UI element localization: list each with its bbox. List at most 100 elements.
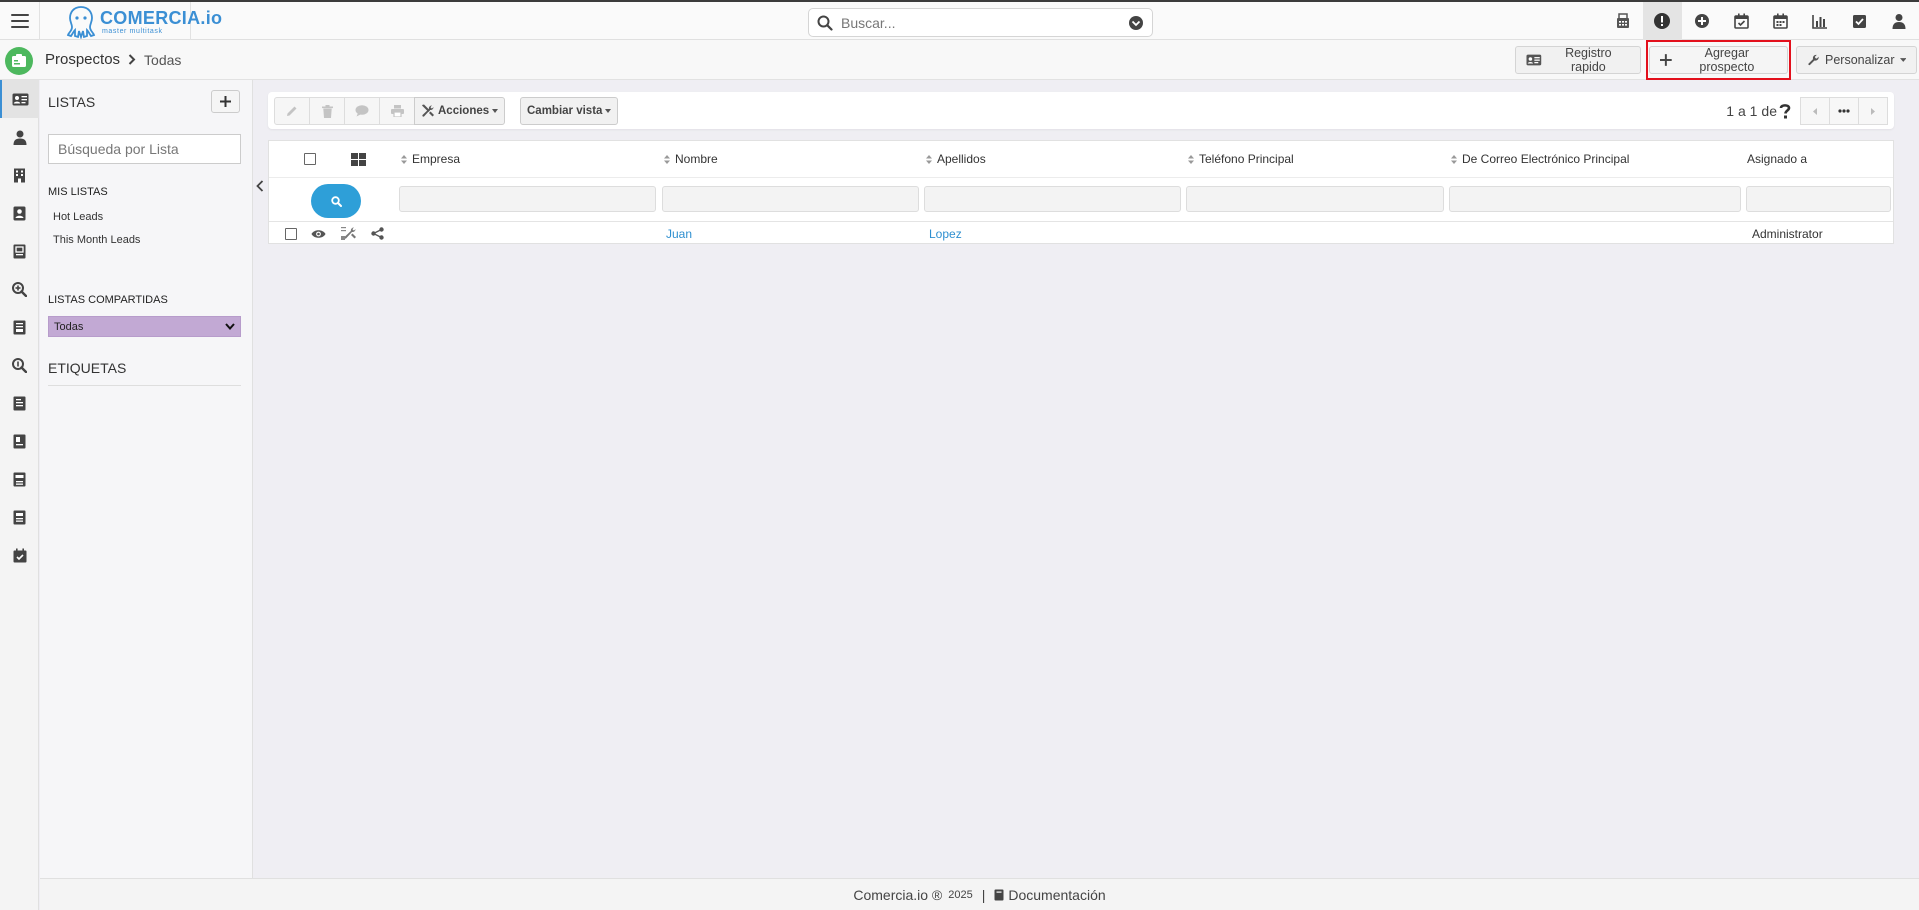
leads-table: Empresa Nombre Apellidos Teléfono Princi…	[268, 140, 1894, 244]
filter-nombre-input[interactable]	[662, 186, 919, 212]
sort-icon	[1188, 154, 1194, 164]
list-item-this-month-leads[interactable]: This Month Leads	[53, 234, 140, 246]
menu-icon[interactable]	[8, 10, 32, 32]
column-label: Nombre	[675, 152, 718, 166]
lead-module-icon[interactable]	[5, 47, 33, 75]
plus-circle-icon[interactable]	[1682, 2, 1722, 40]
chevron-down-circle-icon[interactable]	[1128, 15, 1144, 31]
pagination: 1 a 1 de	[1726, 97, 1888, 125]
calendar-icon[interactable]	[1761, 2, 1801, 40]
bar-chart-icon[interactable]	[1801, 2, 1841, 40]
print-button[interactable]	[379, 97, 415, 125]
footer-brand: Comercia.io ®	[853, 886, 943, 903]
column-nombre[interactable]: Nombre	[664, 141, 718, 177]
brand-name: COMERCIA.io	[100, 8, 223, 28]
shared-list-value: Todas	[54, 320, 84, 333]
sort-icon	[1451, 154, 1457, 164]
global-search	[808, 8, 1153, 37]
top-icons	[1603, 2, 1919, 40]
change-view-label: Cambiar vista	[527, 105, 603, 117]
module-header: Prospectos Todas Registro rapido Agregar…	[0, 40, 1919, 80]
delete-button[interactable]	[309, 97, 345, 125]
brand-logo[interactable]: COMERCIA.io master multitask	[66, 4, 222, 40]
select-all-checkbox[interactable]	[304, 141, 316, 177]
shared-list-select[interactable]: Todas	[48, 316, 241, 337]
invoice-icon[interactable]	[0, 308, 39, 346]
calendar-check-icon[interactable]	[0, 536, 39, 574]
list-icon[interactable]	[0, 498, 39, 536]
cell-apellidos[interactable]: Lopez	[929, 222, 962, 245]
filter-apellidos-input[interactable]	[924, 186, 1181, 212]
add-list-button[interactable]	[211, 90, 240, 113]
search-icon	[330, 195, 342, 207]
brand-tagline: master multitask	[102, 28, 163, 35]
calculator-icon[interactable]	[1603, 2, 1643, 40]
comment-button[interactable]	[344, 97, 380, 125]
search-zoom-icon[interactable]	[0, 346, 39, 384]
quick-register-button[interactable]: Registro rapido	[1515, 46, 1641, 74]
tags-title: ETIQUETAS	[48, 360, 127, 376]
quote-icon[interactable]	[0, 232, 39, 270]
filter-correo-input[interactable]	[1449, 186, 1741, 212]
column-apellidos[interactable]: Apellidos	[926, 141, 986, 177]
change-view-dropdown[interactable]: Cambiar vista	[520, 97, 619, 125]
lead-card-icon[interactable]	[0, 80, 39, 118]
sort-icon	[401, 154, 407, 164]
collapse-panel-icon[interactable]	[253, 172, 267, 200]
id-card-icon	[1526, 54, 1542, 66]
shared-lists-title: LISTAS COMPARTIDAS	[48, 294, 168, 306]
octopus-logo-icon	[66, 6, 96, 39]
column-empresa[interactable]: Empresa	[401, 141, 460, 177]
prev-page-button[interactable]	[1800, 97, 1830, 125]
checkbox-icon[interactable]	[1840, 2, 1880, 40]
filter-search-button[interactable]	[311, 184, 361, 218]
search-input[interactable]	[841, 14, 1128, 31]
product-icon[interactable]	[0, 422, 39, 460]
trash-icon	[321, 104, 333, 118]
lists-title: LISTAS	[48, 94, 96, 110]
tools-icon[interactable]	[340, 222, 357, 245]
column-asignado[interactable]: Asignado a	[1747, 141, 1807, 177]
documentation-link[interactable]: Documentación	[994, 887, 1106, 903]
filter-empresa-input[interactable]	[399, 186, 656, 212]
search-zoom-icon[interactable]	[0, 270, 39, 308]
caret-right-icon	[1871, 107, 1875, 115]
cell-asignado: Administrator	[1752, 226, 1823, 241]
column-correo[interactable]: De Correo Electrónico Principal	[1451, 141, 1629, 177]
book-icon[interactable]	[0, 384, 39, 422]
next-page-button[interactable]	[1858, 97, 1888, 125]
share-icon[interactable]	[371, 222, 384, 245]
caret-down-icon	[605, 109, 612, 113]
account-icon[interactable]	[0, 194, 39, 232]
caret-down-icon	[1899, 58, 1906, 62]
question-icon[interactable]	[1779, 103, 1791, 119]
sort-icon	[664, 154, 670, 164]
chevron-down-icon	[225, 323, 235, 330]
edit-button[interactable]	[274, 97, 310, 125]
contact-icon[interactable]	[0, 118, 39, 156]
user-icon[interactable]	[1880, 2, 1919, 40]
filter-telefono-input[interactable]	[1186, 186, 1444, 212]
list-search-input[interactable]	[48, 134, 241, 164]
grid-icon[interactable]	[351, 141, 366, 177]
customize-label: Personalizar	[1825, 53, 1895, 67]
nc-icon[interactable]	[0, 460, 39, 498]
alert-icon[interactable]	[1642, 2, 1682, 40]
column-telefono[interactable]: Teléfono Principal	[1188, 141, 1294, 177]
building-icon[interactable]	[0, 156, 39, 194]
more-pages-button[interactable]	[1829, 97, 1859, 125]
filter-asignado-input[interactable]	[1746, 186, 1891, 212]
calendar-check-icon[interactable]	[1722, 2, 1762, 40]
eye-icon[interactable]	[311, 222, 326, 245]
customize-button[interactable]: Personalizar	[1796, 46, 1917, 74]
list-item-hot-leads[interactable]: Hot Leads	[53, 211, 103, 223]
cell-nombre[interactable]: Juan	[666, 222, 692, 245]
actions-dropdown[interactable]: Acciones	[414, 97, 506, 125]
column-label: Teléfono Principal	[1199, 152, 1294, 166]
row-checkbox[interactable]	[285, 222, 297, 245]
footer: Comercia.io ® 2025 | Documentación	[40, 878, 1919, 910]
plus-icon	[220, 96, 231, 107]
module-rail	[0, 80, 39, 910]
breadcrumb-module[interactable]: Prospectos	[45, 51, 120, 68]
table-row: Juan Lopez Administrator	[269, 221, 1893, 244]
